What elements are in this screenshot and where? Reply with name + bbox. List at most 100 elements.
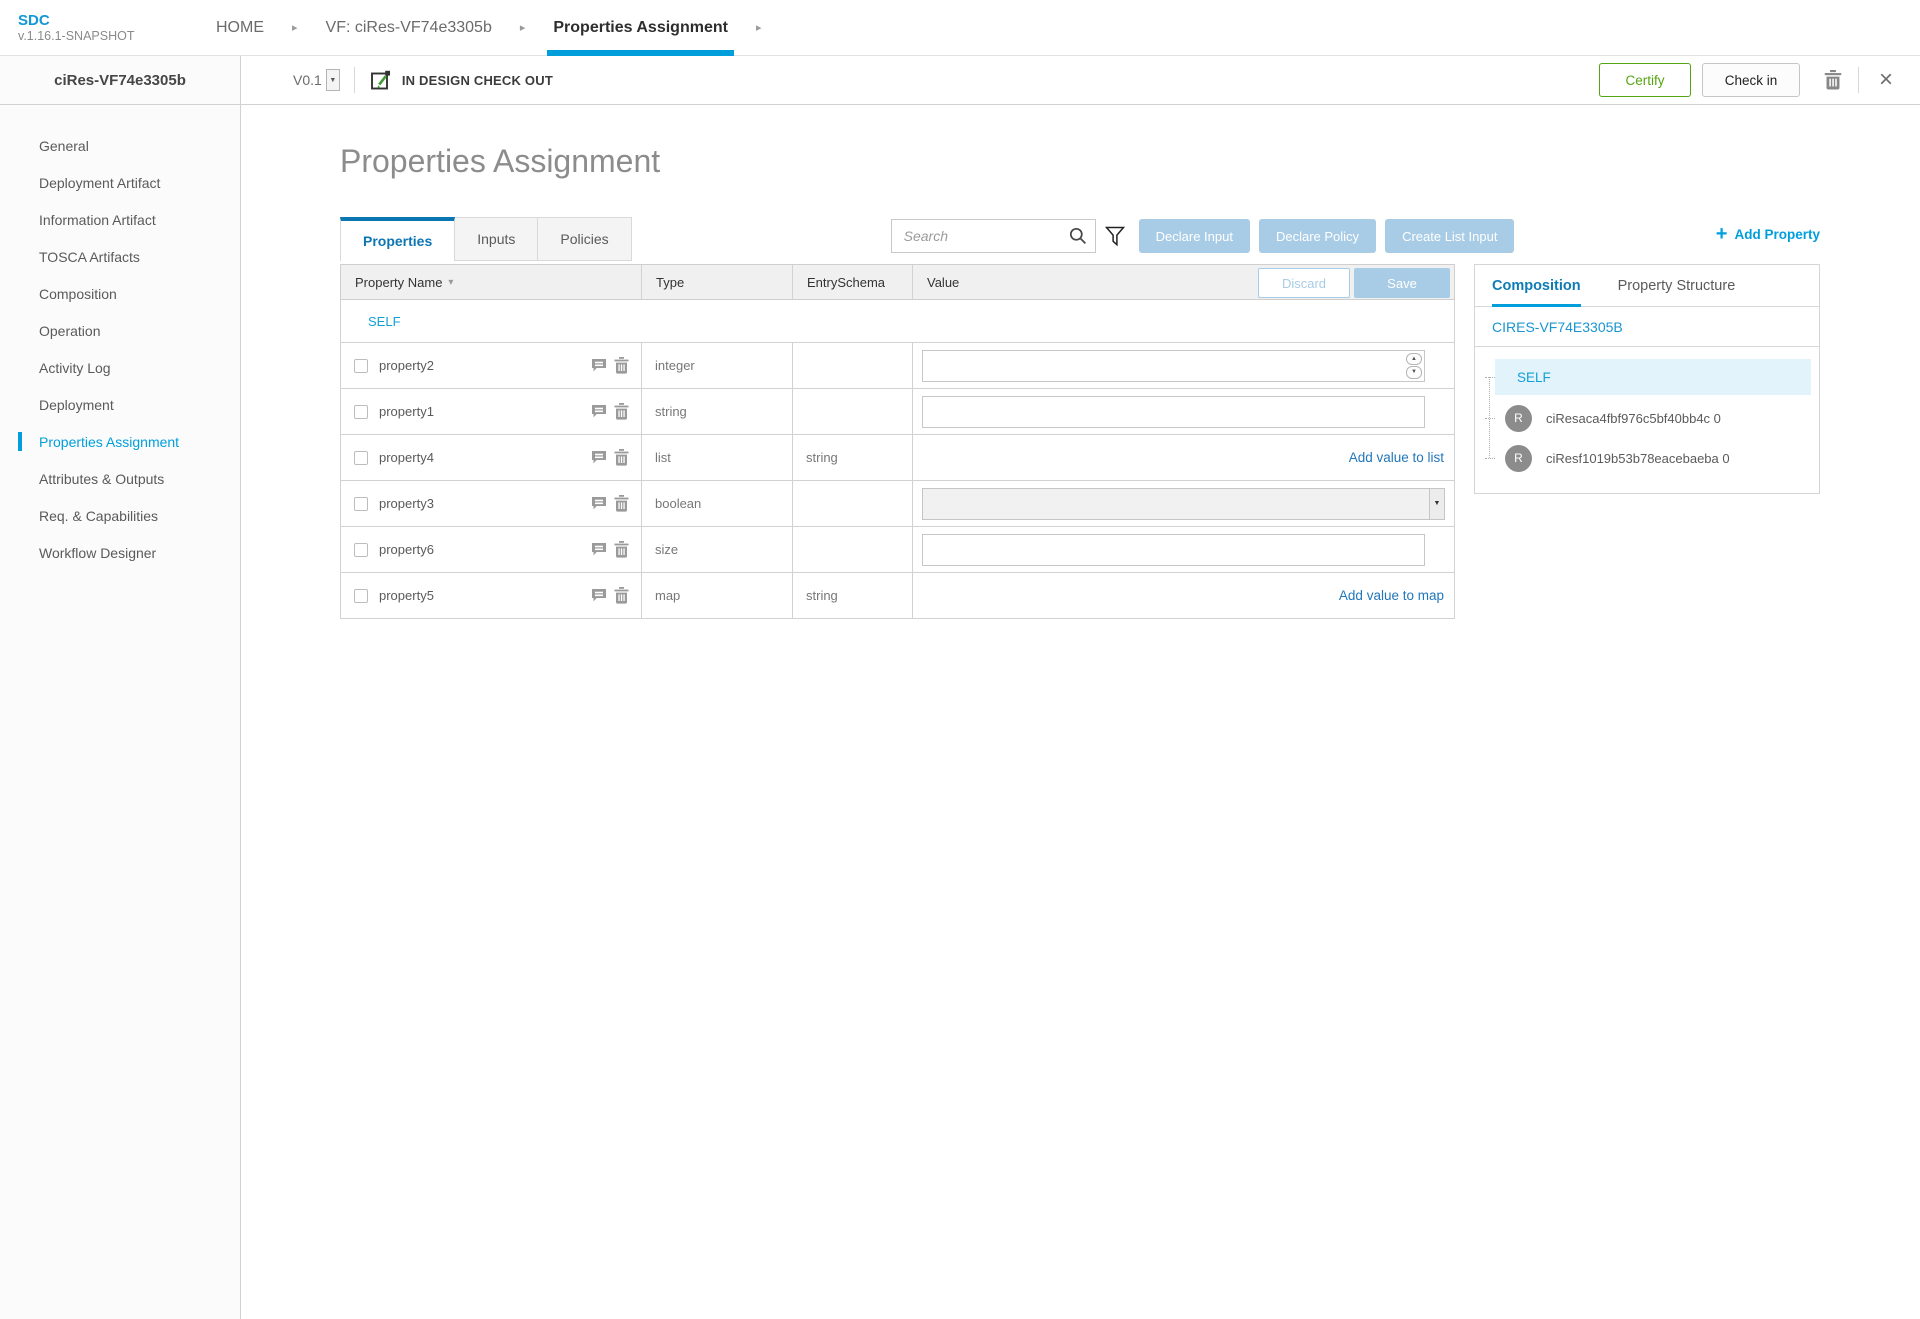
component-title[interactable]: CIRES-VF74E3305B [1475,307,1819,347]
panel-tab-property-structure[interactable]: Property Structure [1618,265,1736,306]
self-group-link[interactable]: SELF [368,314,401,329]
value-input[interactable] [922,395,1425,428]
cell-entry-schema [792,527,912,572]
cell-value [912,389,1454,434]
sidebar-item-operation[interactable]: Operation [0,312,240,349]
breadcrumb-item[interactable]: VF: ciRes-VF74e3305b [320,0,498,55]
property-name[interactable]: property4 [379,450,434,465]
tab-inputs[interactable]: Inputs [455,217,539,261]
top-breadcrumb-bar: SDC v.1.16.1-SNAPSHOT HOME ▸ VF: ciRes-VF7… [0,0,1920,56]
breadcrumb-item[interactable]: HOME [210,0,270,55]
certify-button[interactable]: Certify [1598,63,1691,97]
add-value-link[interactable]: Add value to list [1349,450,1444,465]
header-property-name[interactable]: Property Name ▾ [341,265,641,299]
panel-tab-composition[interactable]: Composition [1492,265,1581,307]
value-input[interactable] [922,349,1425,382]
delete-property-icon[interactable] [614,495,629,512]
tab-properties[interactable]: Properties [340,217,456,261]
search-icon[interactable] [1069,227,1095,245]
sidebar-item-label: Activity Log [39,359,111,376]
property-name[interactable]: property3 [379,496,434,511]
tab-policies[interactable]: Policies [538,217,632,261]
sidebar-item-general[interactable]: General [0,127,240,164]
sort-caret-icon: ▾ [448,276,454,288]
breadcrumb-caret-icon: ▸ [755,22,762,34]
sidebar-item-label: Attributes & Outputs [39,470,165,487]
comment-icon[interactable] [591,404,607,419]
breadcrumb-item[interactable]: Properties Assignment [547,0,734,56]
sidebar-item-tosca-artifacts[interactable]: TOSCA Artifacts [0,238,240,275]
plus-icon: + [1715,223,1728,245]
sidebar-item-req-capabilities[interactable]: Req. & Capabilities [0,497,240,534]
sidebar-item-properties-assignment[interactable]: Properties Assignment [0,423,240,460]
delete-entity-icon[interactable] [1824,70,1842,90]
sidebar-item-information-artifact[interactable]: Information Artifact [0,201,240,238]
comment-icon[interactable] [591,450,607,465]
value-select[interactable]: ▼ [922,487,1445,520]
delete-property-icon[interactable] [614,449,629,466]
row-checkbox[interactable] [354,496,368,511]
tree-self-label: SELF [1517,369,1551,385]
add-property-button[interactable]: + Add Property [1715,223,1820,245]
entity-toolbar: ciRes-VF74e3305b V0.1 ▼ IN DESIGN CHECK … [0,56,1920,105]
spinner-down-icon[interactable]: ▼ [1406,366,1422,379]
add-value-link[interactable]: Add value to map [1339,588,1444,603]
declare-policy-button[interactable]: Declare Policy [1258,219,1377,253]
property-name[interactable]: property2 [379,358,434,373]
row-checkbox[interactable] [354,404,368,419]
search-input[interactable] [891,228,1069,244]
resource-label: ciResf1019b53b78eacebaeba 0 [1546,450,1730,466]
version-label: V0.1 [293,72,322,88]
property-name[interactable]: property5 [379,588,434,603]
row-checkbox[interactable] [354,542,368,557]
composition-panel: Composition Property Structure CIRES-VF74… [1474,264,1820,494]
entity-toolbar-main: V0.1 ▼ IN DESIGN CHECK OUT Certify Check… [241,56,1920,104]
save-button[interactable]: Save [1354,268,1450,298]
composition-tree-item[interactable]: R ciResf1019b53b78eacebaeba 0 [1485,441,1811,475]
table-row: property2 integer ▲ ▼ [340,343,1455,389]
comment-icon[interactable] [591,588,607,603]
cell-property-name: property6 [341,527,641,572]
cell-type: string [641,389,792,434]
sidebar-item-deployment-artifact[interactable]: Deployment Artifact [0,164,240,201]
row-checkbox[interactable] [354,588,368,603]
cell-type: list [641,435,792,480]
delete-property-icon[interactable] [614,357,629,374]
delete-property-icon[interactable] [614,541,629,558]
row-checkbox[interactable] [354,450,368,465]
comment-icon[interactable] [591,358,607,373]
search-box [890,219,1096,253]
sidebar-item-workflow-designer[interactable]: Workflow Designer [0,534,240,571]
row-checkbox[interactable] [354,358,368,373]
tab-label: Inputs [477,231,516,247]
sidebar-item-activity-log[interactable]: Activity Log [0,349,240,386]
cell-value: Add value to map [912,573,1454,618]
sidebar-item-composition[interactable]: Composition [0,275,240,312]
table-header: Property Name ▾ Type EntrySchema Value D… [340,264,1455,300]
value-input[interactable] [922,533,1425,566]
property-type: size [655,542,679,557]
sidebar-item-label: General [39,137,89,154]
composition-tree-item[interactable]: R ciResaca4fbf976c5bf40bb4c 0 [1485,401,1811,435]
discard-button[interactable]: Discard [1258,268,1350,298]
close-icon[interactable]: × [1879,68,1893,92]
property-name[interactable]: property6 [379,542,434,557]
comment-icon[interactable] [591,542,607,557]
comment-icon[interactable] [591,496,607,511]
delete-property-icon[interactable] [614,403,629,420]
sidebar-item-attributes-outputs[interactable]: Attributes & Outputs [0,460,240,497]
spinner-up-icon[interactable]: ▲ [1406,352,1422,365]
checkin-button[interactable]: Check in [1701,63,1800,97]
divider [353,67,355,93]
property-name[interactable]: property1 [379,404,434,419]
resource-avatar: R [1505,404,1532,432]
declare-input-button[interactable]: Declare Input [1138,219,1250,253]
sidebar-item-deployment[interactable]: Deployment [0,386,240,423]
tree-self-node[interactable]: SELF [1485,359,1811,395]
create-list-input-button[interactable]: Create List Input [1385,219,1515,253]
delete-property-icon[interactable] [614,587,629,604]
page-title: Properties Assignment [340,143,661,179]
version-dropdown[interactable]: ▼ [325,69,340,91]
filter-icon[interactable] [1104,226,1125,247]
cell-property-name: property2 [341,343,641,388]
